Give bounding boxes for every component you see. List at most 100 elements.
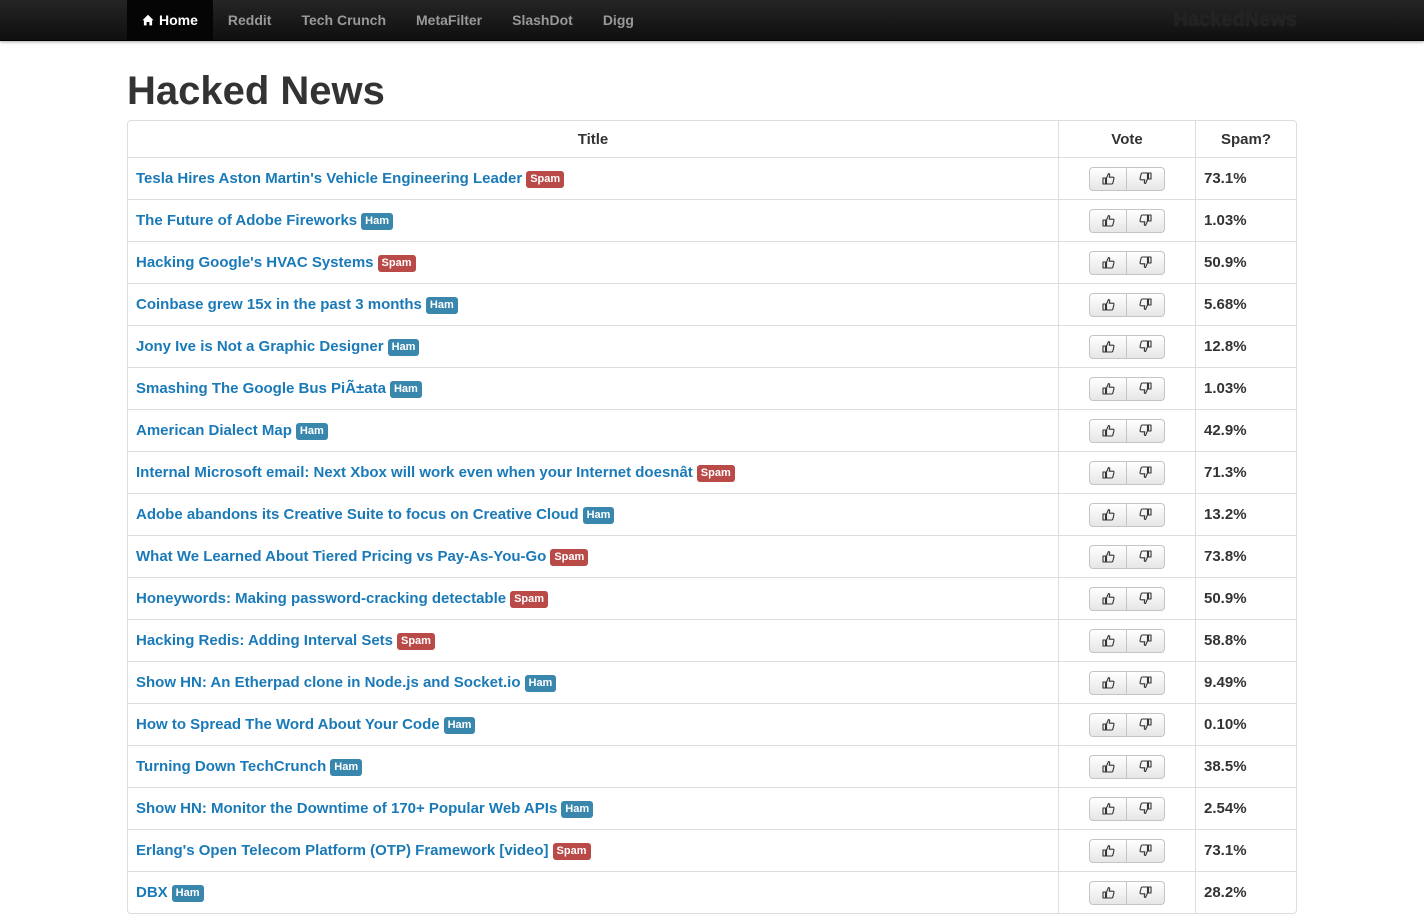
thumbs-up-icon: [1101, 172, 1115, 185]
story-link[interactable]: Tesla Hires Aston Martin's Vehicle Engin…: [136, 170, 522, 187]
vote-down-button[interactable]: [1127, 586, 1165, 611]
story-link[interactable]: Hacking Google's HVAC Systems: [136, 254, 374, 271]
spam-probability: 58.8%: [1195, 619, 1296, 661]
vote-up-button[interactable]: [1089, 208, 1127, 233]
table-row: Internal Microsoft email: Next Xbox will…: [128, 451, 1296, 493]
thumbs-down-icon: [1139, 424, 1152, 437]
vote-up-button[interactable]: [1089, 670, 1127, 695]
vote-button-group: [1089, 292, 1165, 317]
vote-cell: [1058, 787, 1195, 829]
vote-down-button[interactable]: [1127, 796, 1165, 821]
spam-probability: 9.49%: [1195, 661, 1296, 703]
title-cell: DBX Ham: [128, 871, 1058, 913]
vote-down-button[interactable]: [1127, 292, 1165, 317]
vote-down-button[interactable]: [1127, 208, 1165, 233]
vote-up-button[interactable]: [1089, 544, 1127, 569]
spam-badge: Spam: [397, 632, 435, 650]
vote-up-button[interactable]: [1089, 628, 1127, 653]
nav-item-slashdot[interactable]: SlashDot: [497, 0, 588, 40]
table-row: Jony Ive is Not a Graphic Designer Ham 12.…: [128, 325, 1296, 367]
title-cell: Hacking Google's HVAC Systems Spam: [128, 241, 1058, 283]
vote-button-group: [1089, 460, 1165, 485]
vote-button-group: [1089, 250, 1165, 275]
story-link[interactable]: How to Spread The Word About Your Code: [136, 716, 440, 733]
header-vote: Vote: [1058, 121, 1195, 157]
thumbs-up-icon: [1101, 508, 1115, 521]
vote-up-button[interactable]: [1089, 838, 1127, 863]
vote-cell: [1058, 199, 1195, 241]
thumbs-down-icon: [1139, 802, 1152, 815]
vote-up-button[interactable]: [1089, 460, 1127, 485]
story-link[interactable]: Hacking Redis: Adding Interval Sets: [136, 632, 393, 649]
nav-item-home[interactable]: Home: [127, 0, 213, 40]
story-link[interactable]: DBX: [136, 884, 168, 901]
story-link[interactable]: Smashing The Google Bus PiÃ±ata: [136, 380, 386, 397]
story-link[interactable]: Show HN: An Etherpad clone in Node.js an…: [136, 674, 521, 691]
vote-down-button[interactable]: [1127, 628, 1165, 653]
vote-up-button[interactable]: [1089, 796, 1127, 821]
nav-item-digg[interactable]: Digg: [588, 0, 649, 40]
vote-down-button[interactable]: [1127, 880, 1165, 905]
story-link[interactable]: Internal Microsoft email: Next Xbox will…: [136, 464, 693, 481]
brand-logo[interactable]: HackedNews: [1174, 0, 1297, 40]
vote-down-button[interactable]: [1127, 334, 1165, 359]
story-link[interactable]: Coinbase grew 15x in the past 3 months: [136, 296, 422, 313]
thumbs-down-icon: [1139, 592, 1152, 605]
story-link[interactable]: Erlang's Open Telecom Platform (OTP) Fra…: [136, 842, 549, 859]
vote-up-button[interactable]: [1089, 166, 1127, 191]
story-link[interactable]: Show HN: Monitor the Downtime of 170+ Po…: [136, 800, 557, 817]
thumbs-up-icon: [1101, 760, 1115, 773]
vote-button-group: [1089, 754, 1165, 779]
vote-button-group: [1089, 334, 1165, 359]
vote-down-button[interactable]: [1127, 418, 1165, 443]
vote-up-button[interactable]: [1089, 292, 1127, 317]
vote-up-button[interactable]: [1089, 418, 1127, 443]
nav-item-metafilter[interactable]: MetaFilter: [401, 0, 497, 40]
vote-cell: [1058, 283, 1195, 325]
vote-down-button[interactable]: [1127, 754, 1165, 779]
story-link[interactable]: The Future of Adobe Fireworks: [136, 212, 357, 229]
vote-up-button[interactable]: [1089, 502, 1127, 527]
vote-down-button[interactable]: [1127, 670, 1165, 695]
vote-up-button[interactable]: [1089, 880, 1127, 905]
spam-probability: 50.9%: [1195, 241, 1296, 283]
vote-up-button[interactable]: [1089, 712, 1127, 737]
vote-down-button[interactable]: [1127, 250, 1165, 275]
story-link[interactable]: Adobe abandons its Creative Suite to foc…: [136, 506, 579, 523]
story-link[interactable]: Turning Down TechCrunch: [136, 758, 326, 775]
vote-button-group: [1089, 838, 1165, 863]
vote-down-button[interactable]: [1127, 166, 1165, 191]
vote-down-button[interactable]: [1127, 376, 1165, 401]
vote-cell: [1058, 577, 1195, 619]
vote-up-button[interactable]: [1089, 376, 1127, 401]
vote-up-button[interactable]: [1089, 334, 1127, 359]
story-link[interactable]: What We Learned About Tiered Pricing vs …: [136, 548, 546, 565]
vote-up-button[interactable]: [1089, 250, 1127, 275]
vote-down-button[interactable]: [1127, 712, 1165, 737]
thumbs-down-icon: [1139, 340, 1152, 353]
vote-down-button[interactable]: [1127, 502, 1165, 527]
thumbs-up-icon: [1101, 718, 1115, 731]
vote-button-group: [1089, 796, 1165, 821]
story-link[interactable]: Jony Ive is Not a Graphic Designer: [136, 338, 384, 355]
nav-item-reddit[interactable]: Reddit: [213, 0, 287, 40]
vote-down-button[interactable]: [1127, 838, 1165, 863]
vote-cell: [1058, 367, 1195, 409]
vote-down-button[interactable]: [1127, 460, 1165, 485]
vote-cell: [1058, 157, 1195, 199]
vote-down-button[interactable]: [1127, 544, 1165, 569]
thumbs-down-icon: [1139, 718, 1152, 731]
thumbs-up-icon: [1101, 634, 1115, 647]
spam-probability: 28.2%: [1195, 871, 1296, 913]
story-link[interactable]: Honeywords: Making password-cracking det…: [136, 590, 506, 607]
nav-item-tech-crunch[interactable]: Tech Crunch: [286, 0, 401, 40]
spam-probability: 5.68%: [1195, 283, 1296, 325]
vote-up-button[interactable]: [1089, 754, 1127, 779]
story-link[interactable]: American Dialect Map: [136, 422, 292, 439]
spam-badge: Spam: [526, 170, 565, 188]
nav-item-label: Reddit: [227, 12, 272, 28]
vote-up-button[interactable]: [1089, 586, 1127, 611]
title-cell: The Future of Adobe Fireworks Ham: [128, 199, 1058, 241]
thumbs-down-icon: [1139, 550, 1152, 563]
table-row: Hacking Google's HVAC Systems Spam 50.9%: [128, 241, 1296, 283]
